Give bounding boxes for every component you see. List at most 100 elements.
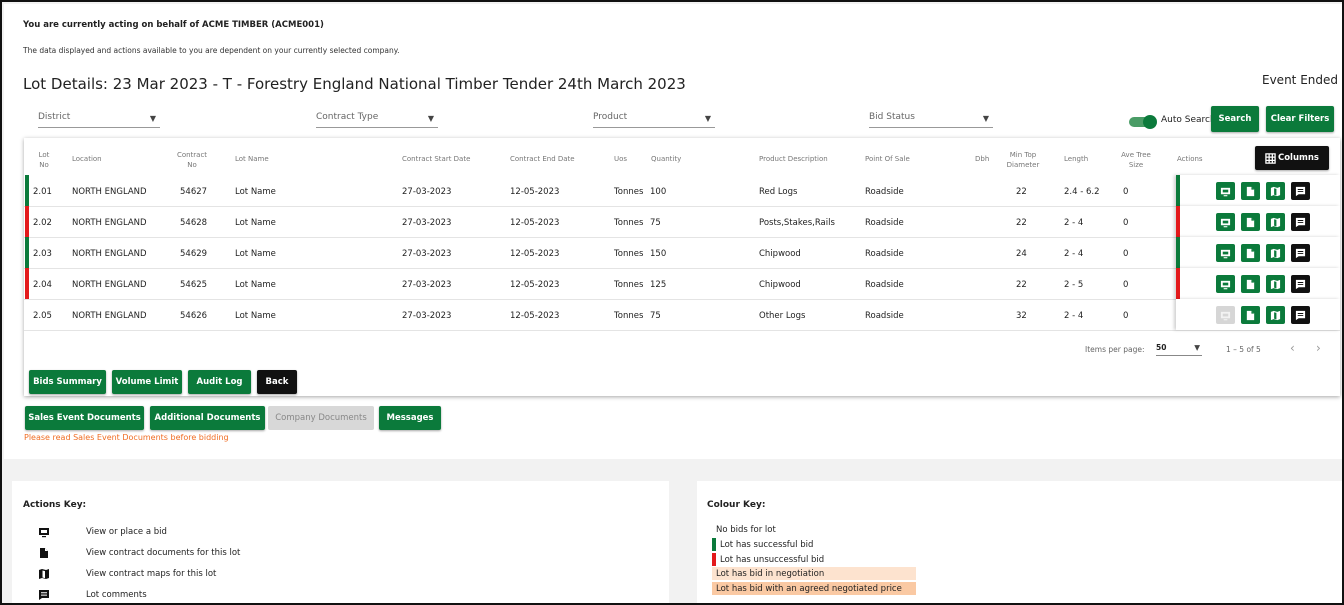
location-cell: NORTH ENGLAND xyxy=(72,249,147,259)
contract-type-filter[interactable]: Contract Type ▼ xyxy=(316,112,438,128)
header-uos[interactable]: Uos xyxy=(614,154,627,164)
table-row: 2.04 NORTH ENGLAND 54625 Lot Name 27-03-2023… xyxy=(24,268,1340,300)
next-page-button[interactable]: › xyxy=(1316,341,1321,355)
point-of-sale-cell: Roadside xyxy=(865,311,904,321)
header-location[interactable]: Location xyxy=(72,154,102,164)
map-button[interactable] xyxy=(1266,306,1285,324)
sales-event-documents-button[interactable]: Sales Event Documents xyxy=(25,406,144,430)
start-date-cell: 27-03-2023 xyxy=(402,249,452,259)
header-point-of-sale[interactable]: Point Of Sale xyxy=(865,154,910,164)
columns-button-label: Columns xyxy=(1277,153,1319,163)
chevron-down-icon: ▼ xyxy=(704,114,711,123)
chevron-down-icon: ▼ xyxy=(1194,343,1200,352)
items-per-page-label: Items per page: xyxy=(1085,345,1145,354)
end-date-cell: 12-05-2023 xyxy=(510,249,560,259)
columns-button[interactable]: Columns xyxy=(1255,146,1329,170)
header-quantity[interactable]: Quantity xyxy=(651,154,681,164)
items-per-page-select[interactable]: 50 ▼ xyxy=(1156,343,1202,356)
colour-key-label: Lot has unsuccessful bid xyxy=(720,555,825,565)
document-button[interactable] xyxy=(1241,244,1260,262)
product-cell: Posts,Stakes,Rails xyxy=(759,218,835,228)
status-bar xyxy=(25,175,29,206)
quantity-cell: 150 xyxy=(650,249,667,259)
colour-key-item: Lot has bid in negotiation xyxy=(712,567,916,580)
comment-button[interactable] xyxy=(1291,244,1310,262)
product-cell: Chipwood xyxy=(759,249,801,259)
document-icon xyxy=(1246,217,1255,227)
clear-filters-button[interactable]: Clear Filters xyxy=(1266,106,1334,132)
comment-button[interactable] xyxy=(1291,306,1310,324)
length-cell: 2 - 4 xyxy=(1064,311,1084,321)
header-lot-no[interactable]: Lot No xyxy=(33,150,55,170)
district-filter[interactable]: District ▼ xyxy=(38,112,160,128)
header-contract-start[interactable]: Contract Start Date xyxy=(402,154,470,164)
messages-button[interactable]: Messages xyxy=(379,406,441,430)
actions-key-label: View contract documents for this lot xyxy=(86,548,241,558)
location-cell: NORTH ENGLAND xyxy=(72,187,147,197)
colour-key-label: Lot has bid in negotiation xyxy=(716,569,825,579)
contract-no-cell: 54625 xyxy=(180,280,208,290)
location-cell: NORTH ENGLAND xyxy=(72,218,147,228)
map-button[interactable] xyxy=(1266,244,1285,262)
bid-icon xyxy=(39,528,49,538)
status-bar xyxy=(1176,237,1180,268)
header-contract-end[interactable]: Contract End Date xyxy=(510,154,575,164)
min-top-cell: 22 xyxy=(1016,218,1027,228)
comment-icon xyxy=(39,590,49,600)
ave-tree-cell: 0 xyxy=(1123,311,1129,321)
chevron-down-icon: ▼ xyxy=(427,114,434,123)
header-length[interactable]: Length xyxy=(1064,154,1088,164)
product-filter[interactable]: Product ▼ xyxy=(593,112,715,128)
map-button[interactable] xyxy=(1266,213,1285,231)
end-date-cell: 12-05-2023 xyxy=(510,187,560,197)
status-bar xyxy=(1176,175,1180,206)
pagination-range: 1 – 5 of 5 xyxy=(1226,345,1261,354)
actions-key-label: View or place a bid xyxy=(86,527,167,537)
comment-button[interactable] xyxy=(1291,213,1310,231)
bid-button[interactable] xyxy=(1216,213,1235,231)
map-button[interactable] xyxy=(1266,275,1285,293)
grid-icon xyxy=(1265,152,1276,164)
document-button[interactable] xyxy=(1241,306,1260,324)
header-contract-no[interactable]: Contract No xyxy=(176,150,208,170)
chevron-down-icon: ▼ xyxy=(149,114,156,123)
map-icon xyxy=(1270,279,1281,289)
header-min-top-diameter[interactable]: Min Top Diameter xyxy=(1002,150,1044,170)
map-icon xyxy=(39,569,49,579)
header-lot-name[interactable]: Lot Name xyxy=(235,154,269,164)
quantity-cell: 75 xyxy=(650,311,661,321)
comment-button[interactable] xyxy=(1291,182,1310,200)
length-cell: 2 - 4 xyxy=(1064,218,1084,228)
document-button[interactable] xyxy=(1241,213,1260,231)
additional-documents-button[interactable]: Additional Documents xyxy=(150,406,265,430)
document-button[interactable] xyxy=(1241,275,1260,293)
status-bar xyxy=(25,206,29,237)
auto-search-toggle[interactable] xyxy=(1129,115,1157,129)
volume-limit-button[interactable]: Volume Limit xyxy=(112,370,182,394)
bid-icon xyxy=(1220,218,1231,227)
audit-log-button[interactable]: Audit Log xyxy=(188,370,251,394)
info-text: The data displayed and actions available… xyxy=(23,46,400,55)
map-button[interactable] xyxy=(1266,182,1285,200)
colour-key-label: Lot has bid with an agreed negotiated pr… xyxy=(716,584,902,594)
previous-page-button[interactable]: ‹ xyxy=(1290,341,1295,355)
bid-status-filter[interactable]: Bid Status ▼ xyxy=(869,112,993,128)
bids-summary-button[interactable]: Bids Summary xyxy=(29,370,106,394)
back-button[interactable]: Back xyxy=(257,370,297,394)
map-icon xyxy=(1270,186,1281,196)
document-button[interactable] xyxy=(1241,182,1260,200)
lot-name-cell: Lot Name xyxy=(235,218,276,228)
uos-cell: Tonnes xyxy=(614,187,644,197)
min-top-cell: 22 xyxy=(1016,187,1027,197)
bid-button[interactable] xyxy=(1216,182,1235,200)
table-row: 2.02 NORTH ENGLAND 54628 Lot Name 27-03-2023… xyxy=(24,206,1340,238)
ave-tree-cell: 0 xyxy=(1123,187,1129,197)
header-dbh[interactable]: Dbh xyxy=(975,154,989,164)
bid-button[interactable] xyxy=(1216,275,1235,293)
comment-button[interactable] xyxy=(1291,275,1310,293)
header-ave-tree-size[interactable]: Ave Tree Size xyxy=(1116,150,1156,170)
bid-button[interactable] xyxy=(1216,244,1235,262)
document-icon xyxy=(1246,186,1255,196)
header-product-description[interactable]: Product Description xyxy=(759,154,828,164)
search-button[interactable]: Search xyxy=(1211,106,1259,132)
